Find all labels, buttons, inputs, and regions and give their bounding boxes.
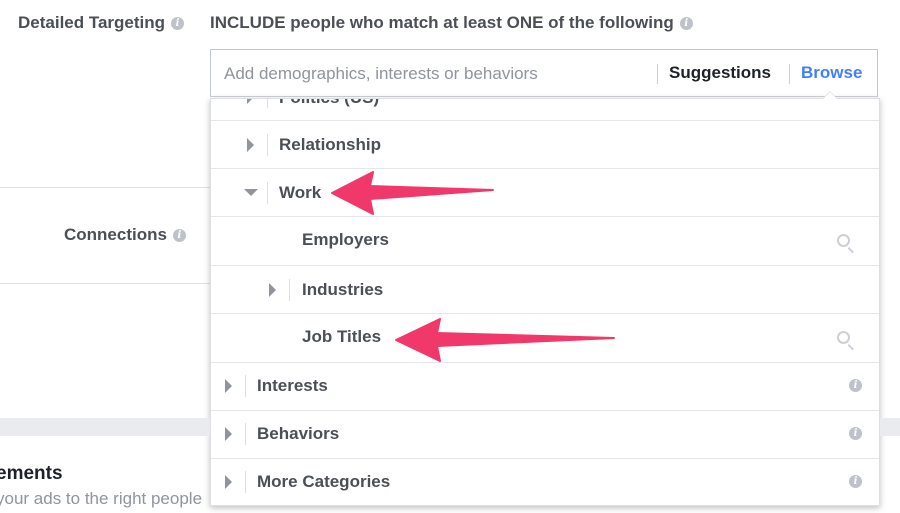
divider (245, 423, 246, 445)
divider (267, 99, 268, 108)
search-icon[interactable] (837, 234, 850, 247)
divider (0, 283, 210, 284)
list-item[interactable]: Job Titles (211, 314, 879, 363)
divider (267, 182, 268, 204)
section-title: ements (0, 463, 63, 484)
detailed-targeting-search[interactable]: Add demographics, interests or behaviors… (210, 49, 878, 97)
list-item[interactable]: Industries (211, 266, 879, 314)
list-item[interactable]: Work (211, 169, 879, 217)
list-item[interactable]: Interests i (211, 363, 879, 411)
list-item-label: Politics (US) (279, 99, 379, 108)
info-icon[interactable]: i (849, 475, 862, 488)
chevron-right-icon[interactable] (225, 427, 232, 441)
chevron-right-icon[interactable] (225, 475, 232, 489)
divider (267, 134, 268, 156)
connections-label-text: Connections (64, 225, 167, 244)
divider (0, 187, 210, 188)
chevron-right-icon[interactable] (247, 138, 254, 152)
browse-dropdown: Politics (US) Relationship Work Employer… (210, 98, 880, 506)
divider (289, 279, 290, 301)
list-item-label: Interests (257, 376, 328, 395)
browse-button[interactable]: Browse (801, 63, 862, 83)
divider (657, 64, 658, 84)
list-item-label: Industries (302, 280, 384, 299)
info-icon[interactable]: i (679, 16, 693, 30)
chevron-down-icon[interactable] (244, 189, 258, 196)
info-icon[interactable]: i (171, 16, 185, 30)
list-item-label: Work (279, 183, 322, 202)
list-item[interactable]: Relationship (211, 121, 879, 169)
include-rule-text: INCLUDE people who match at least ONE of… (210, 13, 693, 33)
list-item-label: Relationship (279, 135, 382, 154)
info-icon[interactable]: i (849, 427, 862, 440)
detailed-targeting-label: Detailed Targeting i (18, 13, 185, 33)
connections-label: Connections i (64, 225, 186, 245)
list-item[interactable]: Employers (211, 217, 879, 266)
list-item[interactable]: Politics (US) (211, 99, 879, 121)
list-item-label: More Categories (257, 472, 391, 491)
dropdown-caret-fill (823, 92, 837, 99)
include-rule-label: INCLUDE people who match at least ONE of… (210, 13, 674, 32)
list-item-label: Behaviors (257, 424, 340, 443)
list-item[interactable]: Behaviors i (211, 411, 879, 459)
list-item[interactable]: More Categories i (211, 459, 879, 505)
info-icon[interactable]: i (172, 228, 186, 242)
section-band (880, 418, 900, 436)
detailed-targeting-label-text: Detailed Targeting (18, 13, 166, 32)
list-item-label: Employers (302, 230, 389, 249)
chevron-right-icon[interactable] (225, 379, 232, 393)
list-item-label: Job Titles (302, 327, 382, 346)
search-icon[interactable] (837, 331, 850, 344)
section-band (0, 418, 210, 436)
section-description: your ads to the right people (0, 489, 203, 508)
search-input-placeholder[interactable]: Add demographics, interests or behaviors (224, 64, 538, 84)
divider (245, 471, 246, 493)
suggestions-button[interactable]: Suggestions (669, 63, 771, 83)
divider (245, 375, 246, 397)
chevron-right-icon[interactable] (247, 99, 254, 104)
info-icon[interactable]: i (849, 379, 862, 392)
chevron-right-icon[interactable] (269, 283, 276, 297)
divider (789, 64, 790, 84)
